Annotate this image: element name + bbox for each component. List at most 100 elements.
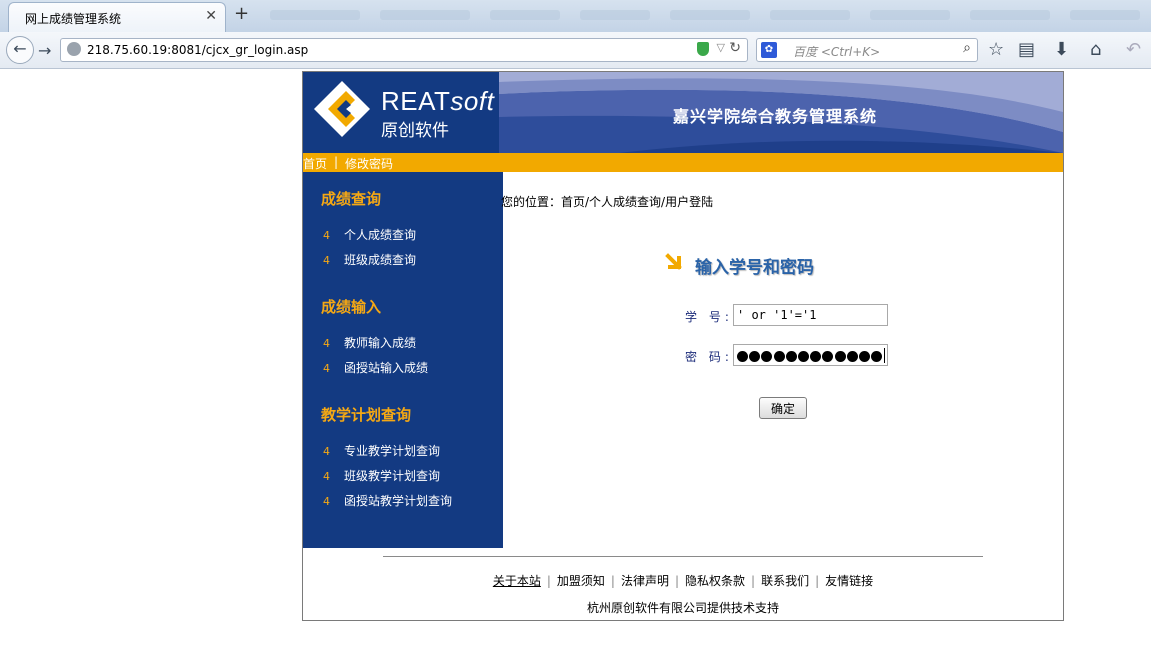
password-dot — [797, 351, 809, 362]
background-tab[interactable] — [670, 10, 750, 20]
footer-link-legal[interactable]: 法律声明 — [621, 574, 669, 588]
bullet-icon: 4 — [323, 229, 330, 242]
logo-brand-main: REAT — [381, 86, 451, 116]
footer-link-join[interactable]: 加盟须知 — [557, 574, 605, 588]
password-dot — [785, 351, 797, 362]
footer-link-about[interactable]: 关于本站 — [493, 574, 541, 588]
footer-link-contact[interactable]: 联系我们 — [761, 574, 809, 588]
footer-separator: | — [751, 574, 756, 588]
logo-brand-text: REATsoft — [381, 86, 494, 117]
sidebar-item-class-grades[interactable]: 4 班级成绩查询 — [323, 251, 416, 268]
close-tab-icon[interactable]: ✕ — [205, 8, 217, 24]
background-tab[interactable] — [970, 10, 1050, 20]
back-arrow-icon[interactable]: ← — [6, 36, 34, 64]
confirm-button[interactable]: 确定 — [759, 397, 807, 419]
password-mask — [737, 348, 886, 368]
studentid-label: 学 号: — [685, 310, 733, 324]
sidebar-item-label[interactable]: 教师输入成绩 — [344, 336, 416, 350]
bullet-icon: 4 — [323, 254, 330, 267]
password-dot — [810, 351, 822, 362]
sidebar-item-label[interactable]: 班级成绩查询 — [344, 253, 416, 267]
logo-brand-soft: soft — [450, 86, 495, 116]
sidebar-item-station-input[interactable]: 4 函授站输入成绩 — [323, 359, 428, 376]
footer-separator: | — [815, 574, 820, 588]
breadcrumb: 您的位置：首页/个人成绩查询/用户登陆 — [501, 195, 714, 209]
system-title: 嘉兴学院综合教务管理系统 — [673, 107, 878, 126]
search-bar[interactable]: ✿ 百度 <Ctrl+K> ⌕ — [756, 38, 978, 62]
chevron-down-icon[interactable]: ▽ — [717, 41, 725, 54]
background-tab[interactable] — [580, 10, 650, 20]
password-dot — [761, 351, 773, 362]
background-tab[interactable] — [490, 10, 560, 20]
sidebar-item-label[interactable]: 班级教学计划查询 — [344, 469, 440, 483]
bullet-icon: 4 — [323, 337, 330, 350]
password-dot — [749, 351, 761, 362]
footer-separator: | — [610, 574, 615, 588]
background-tab[interactable] — [770, 10, 850, 20]
sidebar-section-title: 教学计划查询 — [321, 406, 412, 424]
logo-chinese-text: 原创软件 — [381, 121, 449, 141]
page-container: REATsoft 原创软件 嘉兴学院综合教务管理系统 首页 | 修改密码 成绩查… — [302, 71, 1064, 621]
baidu-paw-icon[interactable]: ✿ — [761, 42, 777, 58]
undo-icon[interactable]: ↶ — [1126, 38, 1141, 62]
search-icon[interactable]: ⌕ — [963, 40, 971, 56]
reatsoft-logo-icon — [314, 81, 370, 137]
studentid-input[interactable] — [733, 304, 888, 326]
sidebar-section-title: 成绩输入 — [321, 298, 382, 316]
bullet-icon: 4 — [323, 445, 330, 458]
download-icon[interactable]: ⬇ — [1054, 38, 1069, 62]
address-bar[interactable]: 218.75.60.19:8081/cjcx_gr_login.asp ▽ ↻ — [60, 38, 748, 62]
sidebar-item-label[interactable]: 函授站输入成绩 — [344, 361, 428, 375]
footer-separator: | — [546, 574, 551, 588]
bullet-icon: 4 — [323, 362, 330, 375]
menu-separator: | — [334, 155, 339, 169]
footer-separator: | — [674, 574, 680, 588]
background-tab[interactable] — [380, 10, 470, 20]
sidebar-item-label[interactable]: 函授站教学计划查询 — [344, 494, 452, 508]
footer-link-privacy[interactable]: 隐私权条款 — [685, 574, 745, 588]
footer-support-text: 杭州原创软件有限公司提供技术支持 — [586, 601, 779, 615]
browser-tab-bar: 网上成绩管理系统 ✕ + — [0, 0, 1151, 32]
background-tab[interactable] — [270, 10, 360, 20]
url-text[interactable]: 218.75.60.19:8081/cjcx_gr_login.asp — [87, 43, 308, 57]
sidebar-item-label[interactable]: 专业教学计划查询 — [344, 444, 440, 458]
search-placeholder: 百度 <Ctrl+K> — [793, 45, 881, 59]
footer-divider — [383, 556, 983, 557]
password-label: 密 码: — [685, 350, 733, 364]
password-dot — [846, 351, 858, 362]
sidebar: 成绩查询 4 个人成绩查询 4 班级成绩查询 成绩输入 4 教师输入成绩 4 函授站输入… — [303, 172, 503, 548]
bookmarks-list-icon[interactable]: ▤ — [1018, 38, 1035, 62]
text-caret — [884, 348, 886, 363]
site-banner: REATsoft 原创软件 嘉兴学院综合教务管理系统 — [303, 72, 1063, 153]
sidebar-section-title: 成绩查询 — [321, 190, 382, 208]
sidebar-item-station-plan[interactable]: 4 函授站教学计划查询 — [323, 492, 452, 509]
globe-icon — [67, 42, 81, 56]
login-title-text: 输入学号和密码 — [695, 258, 814, 278]
password-input[interactable] — [733, 344, 888, 366]
background-tab[interactable] — [1070, 10, 1140, 20]
password-dot — [858, 351, 870, 362]
login-title: 输入学号和密码 — [665, 253, 814, 278]
browser-nav-bar: ← → 218.75.60.19:8081/cjcx_gr_login.asp … — [0, 32, 1151, 69]
sidebar-item-label[interactable]: 个人成绩查询 — [344, 228, 416, 242]
active-tab[interactable]: 网上成绩管理系统 ✕ — [8, 2, 226, 32]
password-dot — [834, 351, 846, 362]
bookmark-star-icon[interactable]: ☆ — [988, 38, 1004, 62]
password-dot — [871, 351, 883, 362]
sidebar-item-teacher-input[interactable]: 4 教师输入成绩 — [323, 334, 416, 351]
reload-icon[interactable]: ↻ — [729, 40, 741, 56]
forward-arrow-icon[interactable]: → — [38, 39, 51, 63]
home-icon[interactable]: ⌂ — [1090, 38, 1101, 62]
sidebar-item-personal-grades[interactable]: 4 个人成绩查询 — [323, 226, 416, 243]
sidebar-item-major-plan[interactable]: 4 专业教学计划查询 — [323, 442, 440, 459]
menu-home-link[interactable]: 首页 — [303, 155, 327, 172]
top-menu-bar: 首页 | 修改密码 — [303, 153, 1063, 172]
background-tab[interactable] — [870, 10, 950, 20]
new-tab-icon[interactable]: + — [234, 3, 249, 24]
arrow-down-right-icon — [665, 253, 682, 270]
menu-change-password-link[interactable]: 修改密码 — [345, 155, 393, 172]
sidebar-item-class-plan[interactable]: 4 班级教学计划查询 — [323, 467, 440, 484]
tab-title: 网上成绩管理系统 — [25, 12, 122, 26]
footer-link-friends[interactable]: 友情链接 — [825, 574, 873, 588]
shield-icon[interactable] — [697, 42, 709, 56]
